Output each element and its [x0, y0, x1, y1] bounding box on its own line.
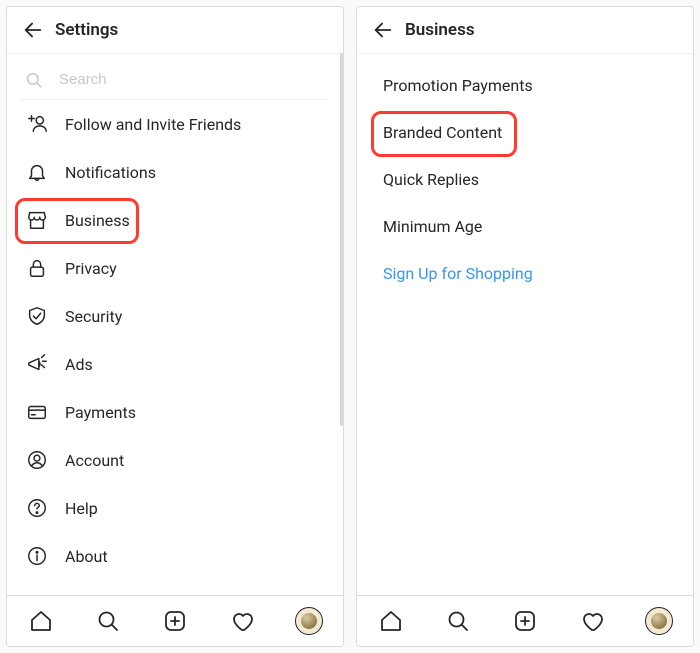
- shop-icon: [25, 208, 49, 232]
- nav-home[interactable]: [21, 601, 61, 641]
- info-icon: [25, 544, 49, 568]
- nav-activity[interactable]: [222, 601, 262, 641]
- search-input[interactable]: [57, 70, 325, 89]
- list-item-label: Business: [65, 211, 130, 230]
- list-item-sign-up-shopping[interactable]: Sign Up for Shopping: [357, 250, 693, 297]
- search-icon: [25, 71, 43, 89]
- avatar-icon: [645, 607, 673, 635]
- list-item-quick-replies[interactable]: Quick Replies: [357, 156, 693, 203]
- business-panel: Business Promotion Payments Branded Cont…: [356, 6, 694, 647]
- lock-icon: [25, 256, 49, 280]
- back-button[interactable]: [367, 14, 399, 46]
- list-item-label: Help: [65, 499, 98, 518]
- settings-header: Settings: [7, 7, 343, 54]
- list-item-promotion-payments[interactable]: Promotion Payments: [357, 62, 693, 109]
- list-item-branded-content[interactable]: Branded Content: [357, 109, 693, 156]
- nav-add[interactable]: [155, 601, 195, 641]
- list-item-label: Account: [65, 451, 124, 470]
- list-item-label: Notifications: [65, 163, 156, 182]
- list-item-ads[interactable]: Ads: [7, 340, 343, 388]
- business-title: Business: [405, 20, 475, 40]
- list-item-notifications[interactable]: Notifications: [7, 148, 343, 196]
- list-item-invite[interactable]: Follow and Invite Friends: [7, 100, 343, 148]
- list-item-help[interactable]: Help: [7, 484, 343, 532]
- nav-home[interactable]: [371, 601, 411, 641]
- list-item-security[interactable]: Security: [7, 292, 343, 340]
- list-item-label: Promotion Payments: [383, 76, 533, 95]
- list-item-label: Payments: [65, 403, 136, 422]
- nav-search[interactable]: [438, 601, 478, 641]
- nav-add[interactable]: [505, 601, 545, 641]
- business-list: Promotion Payments Branded Content Quick…: [357, 54, 693, 595]
- business-header: Business: [357, 7, 693, 54]
- bottom-nav: [357, 595, 693, 646]
- list-item-label: Sign Up for Shopping: [383, 264, 533, 283]
- bottom-nav: [7, 595, 343, 646]
- nav-activity[interactable]: [572, 601, 612, 641]
- search-row[interactable]: [21, 64, 329, 100]
- card-icon: [25, 400, 49, 424]
- add-user-icon: [25, 112, 49, 136]
- list-item-privacy[interactable]: Privacy: [7, 244, 343, 292]
- help-icon: [25, 496, 49, 520]
- shield-icon: [25, 304, 49, 328]
- list-item-label: Minimum Age: [383, 217, 482, 236]
- megaphone-icon: [25, 352, 49, 376]
- list-item-business[interactable]: Business: [7, 196, 343, 244]
- list-item-payments[interactable]: Payments: [7, 388, 343, 436]
- list-item-minimum-age[interactable]: Minimum Age: [357, 203, 693, 250]
- list-item-label: Follow and Invite Friends: [65, 115, 241, 134]
- list-item-label: Privacy: [65, 259, 117, 278]
- scroll-indicator: [340, 53, 343, 426]
- settings-title: Settings: [55, 20, 118, 40]
- settings-list: Follow and Invite Friends Notifications …: [7, 100, 343, 595]
- section-logins: Logins: [7, 580, 343, 595]
- nav-search[interactable]: [88, 601, 128, 641]
- nav-profile[interactable]: [639, 601, 679, 641]
- list-item-label: Quick Replies: [383, 170, 479, 189]
- list-item-account[interactable]: Account: [7, 436, 343, 484]
- list-item-label: About: [65, 547, 108, 566]
- account-icon: [25, 448, 49, 472]
- bell-icon: [25, 160, 49, 184]
- avatar-icon: [295, 607, 323, 635]
- nav-profile[interactable]: [289, 601, 329, 641]
- back-button[interactable]: [17, 14, 49, 46]
- list-item-label: Branded Content: [383, 123, 502, 142]
- list-item-about[interactable]: About: [7, 532, 343, 580]
- settings-panel: Settings Follow and Invite Friends Notif…: [6, 6, 344, 647]
- list-item-label: Ads: [65, 355, 93, 374]
- list-item-label: Security: [65, 307, 122, 326]
